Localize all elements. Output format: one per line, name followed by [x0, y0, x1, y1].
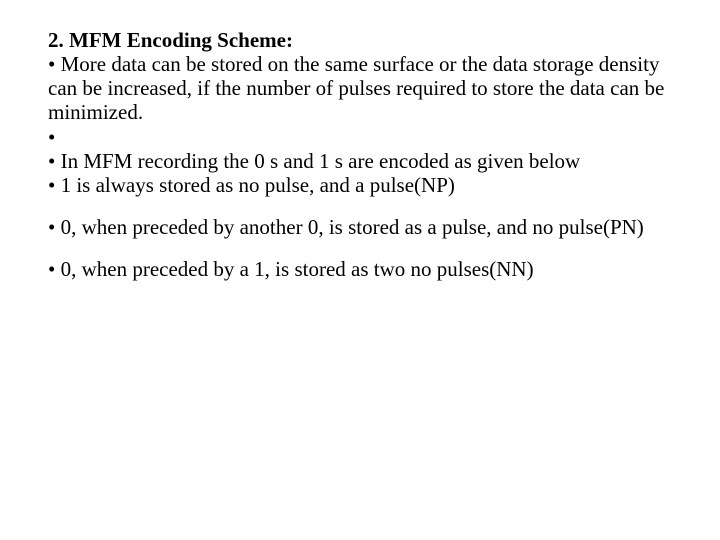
bullet-encode-1: • 1 is always stored as no pulse, and a …	[48, 173, 672, 197]
section-title: 2. MFM Encoding Scheme:	[48, 28, 672, 52]
bullet-empty: •	[48, 125, 672, 149]
bullet-density: • More data can be stored on the same su…	[48, 52, 672, 124]
spacer	[48, 197, 672, 215]
bullet-encode-0-after-1: • 0, when preceded by a 1, is stored as …	[48, 257, 672, 281]
slide-container: 2. MFM Encoding Scheme: • More data can …	[0, 0, 720, 281]
bullet-mfm-encoding-intro: • In MFM recording the 0 s and 1 s are e…	[48, 149, 672, 173]
bullet-encode-0-after-0: • 0, when preceded by another 0, is stor…	[48, 215, 672, 239]
spacer	[48, 239, 672, 257]
